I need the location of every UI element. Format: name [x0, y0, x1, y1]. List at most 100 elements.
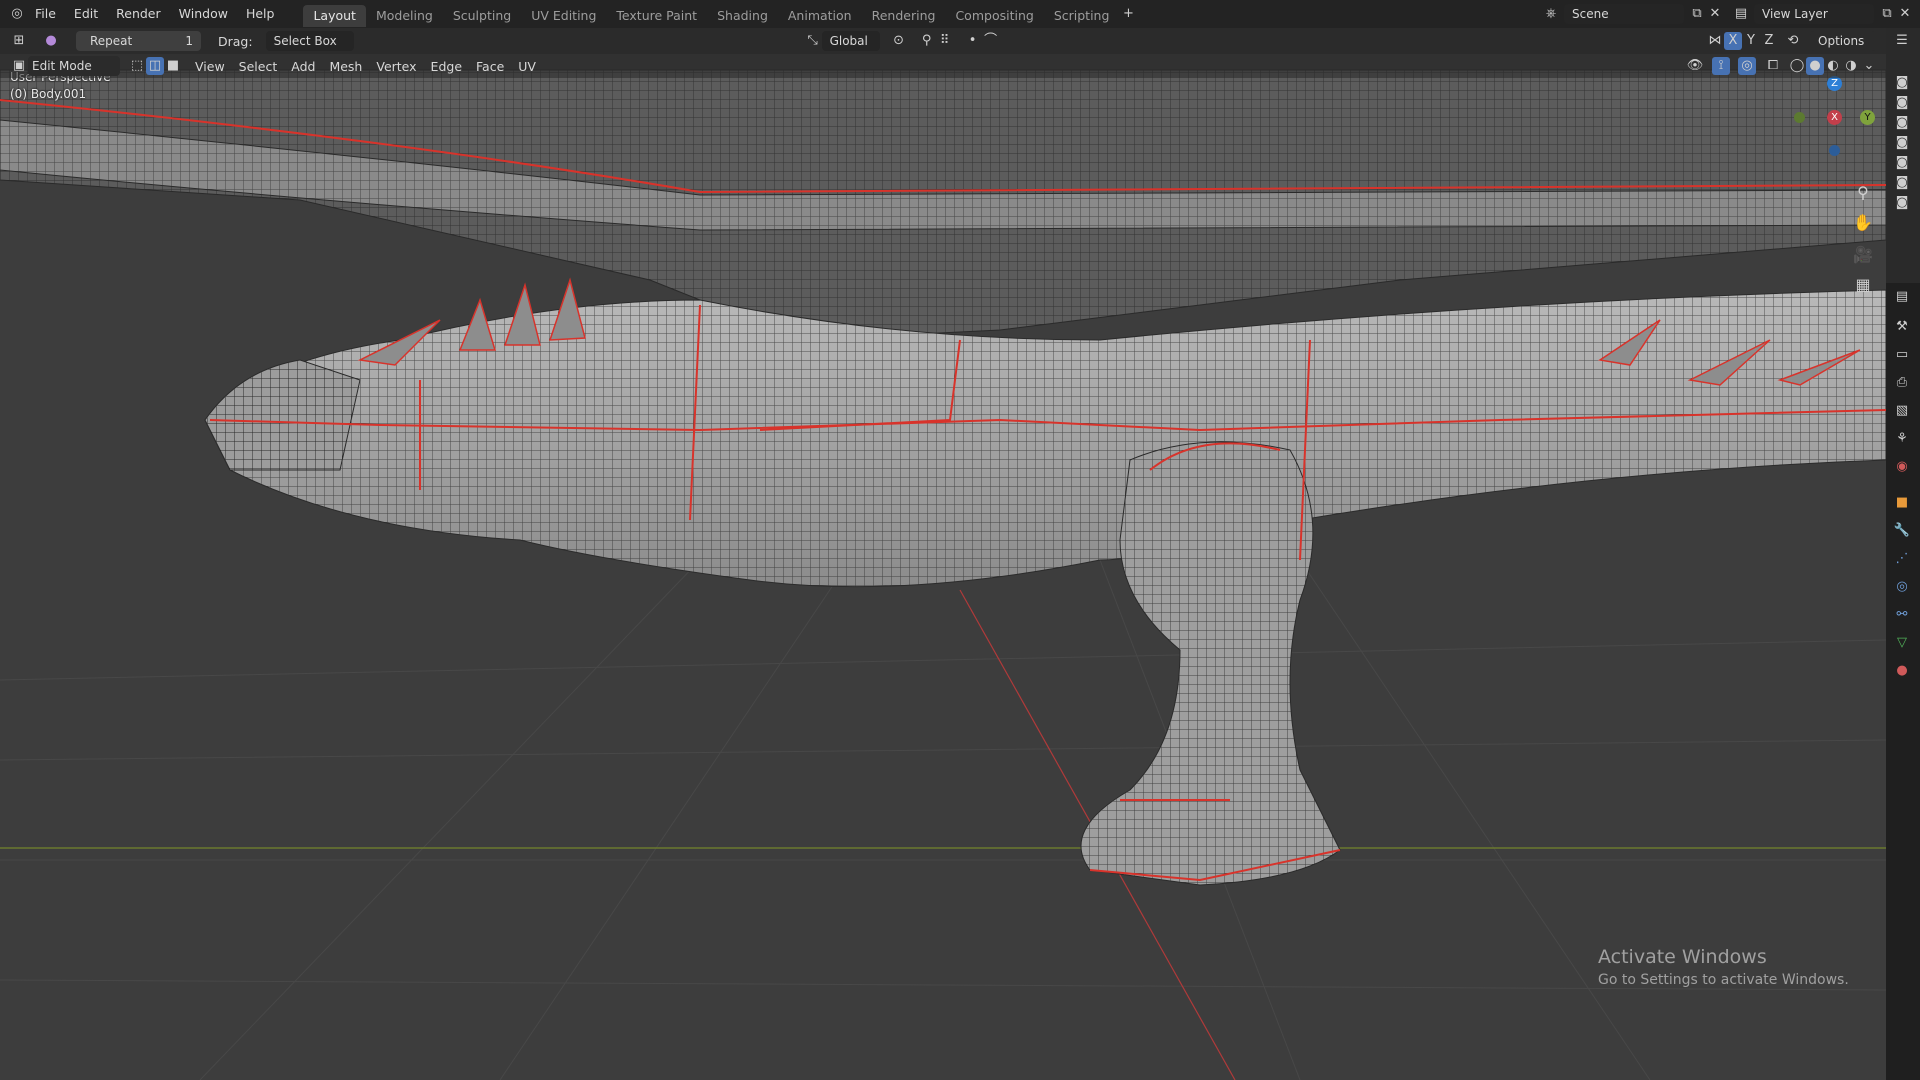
- gizmo-neg-y-handle[interactable]: [1794, 112, 1805, 123]
- tab-layout[interactable]: Layout: [303, 4, 366, 27]
- mirror-x-toggle[interactable]: X: [1724, 32, 1742, 50]
- scene-icon[interactable]: ⎈: [1542, 5, 1560, 23]
- editor-type-icon[interactable]: ⊞: [10, 32, 28, 50]
- wireframe-shading-icon[interactable]: ◯: [1788, 57, 1806, 75]
- view-layer-properties-icon[interactable]: ▧: [1893, 402, 1911, 420]
- camera-icon-5[interactable]: ◙: [1893, 154, 1911, 172]
- menu-window[interactable]: Window: [170, 0, 237, 28]
- menu-render[interactable]: Render: [107, 0, 170, 28]
- 3d-viewport[interactable]: User Perspective (0) Body.001 Z X Y ⚲ ✋ …: [0, 54, 1886, 1080]
- menu-mesh[interactable]: Mesh: [322, 59, 369, 74]
- tab-texture-paint[interactable]: Texture Paint: [606, 5, 707, 27]
- rendered-shading-icon[interactable]: ◑: [1842, 57, 1860, 75]
- camera-icon-6[interactable]: ◙: [1893, 174, 1911, 192]
- viewport-canvas[interactable]: [0, 54, 1886, 1080]
- delete-scene-icon[interactable]: ✕: [1706, 5, 1724, 23]
- menu-view[interactable]: View: [188, 59, 232, 74]
- camera-icon-4[interactable]: ◙: [1893, 134, 1911, 152]
- snap-target-icon[interactable]: ⠿: [936, 32, 954, 50]
- mode-dropdown[interactable]: Edit Mode: [28, 56, 120, 76]
- particle-properties-icon[interactable]: ⋰: [1893, 550, 1911, 568]
- gizmo-toggle-icon[interactable]: ⟟: [1712, 57, 1730, 75]
- view-layer-icon[interactable]: ▤: [1732, 5, 1750, 23]
- xray-toggle-icon[interactable]: ⧠: [1764, 57, 1782, 75]
- mirror-z-toggle[interactable]: Z: [1760, 32, 1778, 50]
- data-properties-icon[interactable]: ▽: [1893, 634, 1911, 652]
- mirror-icon: ⋈: [1708, 33, 1722, 48]
- gizmo-neg-z-handle[interactable]: [1829, 145, 1840, 156]
- menu-edit[interactable]: Edit: [65, 0, 107, 28]
- tab-rendering[interactable]: Rendering: [862, 5, 946, 27]
- menu-file[interactable]: File: [26, 0, 65, 28]
- material-shading-icon[interactable]: ◐: [1824, 57, 1842, 75]
- new-scene-icon[interactable]: ⧉: [1688, 5, 1706, 23]
- properties-editor-icon[interactable]: ▤: [1893, 288, 1911, 306]
- visibility-icon[interactable]: 👁: [1686, 57, 1704, 75]
- new-view-layer-icon[interactable]: ⧉: [1878, 5, 1896, 23]
- render-properties-icon[interactable]: ▭: [1893, 346, 1911, 364]
- camera-view-icon[interactable]: 🎥: [1850, 242, 1876, 268]
- scene-properties-icon[interactable]: ⚘: [1893, 430, 1911, 448]
- menu-help[interactable]: Help: [237, 0, 284, 28]
- scene-selector[interactable]: Scene: [1564, 4, 1684, 24]
- camera-icon-3[interactable]: ◙: [1893, 114, 1911, 132]
- tab-animation[interactable]: Animation: [778, 5, 862, 27]
- physics-properties-icon[interactable]: ◎: [1893, 578, 1911, 596]
- tab-compositing[interactable]: Compositing: [945, 5, 1043, 27]
- tab-scripting[interactable]: Scripting: [1044, 5, 1120, 27]
- ortho-toggle-icon[interactable]: ▦: [1850, 272, 1876, 298]
- tab-uv-editing[interactable]: UV Editing: [521, 5, 606, 27]
- shading-options-icon[interactable]: ⌄: [1860, 57, 1878, 75]
- floor-grid: [0, 559, 1886, 1080]
- outliner-icon[interactable]: ☰: [1893, 32, 1911, 50]
- overlay-toggle-icon[interactable]: ◎: [1738, 57, 1756, 75]
- menu-uv[interactable]: UV: [511, 59, 543, 74]
- gizmo-y-handle[interactable]: Y: [1860, 110, 1875, 125]
- pan-hand-icon[interactable]: ✋: [1850, 210, 1876, 236]
- options-dropdown[interactable]: Options: [1810, 31, 1876, 51]
- activate-windows-subtitle: Go to Settings to activate Windows.: [1598, 972, 1849, 988]
- delete-view-layer-icon[interactable]: ✕: [1896, 5, 1914, 23]
- camera-icon-7[interactable]: ◙: [1893, 194, 1911, 212]
- zoom-icon[interactable]: ⚲: [1850, 180, 1876, 206]
- menu-edge[interactable]: Edge: [424, 59, 469, 74]
- vertex-select-icon[interactable]: ⬚: [128, 57, 146, 75]
- object-properties-icon[interactable]: ■: [1893, 494, 1911, 512]
- camera-icon-2[interactable]: ◙: [1893, 94, 1911, 112]
- view-layer-selector[interactable]: View Layer: [1754, 4, 1874, 24]
- tab-modeling[interactable]: Modeling: [366, 5, 443, 27]
- output-properties-icon[interactable]: ⎙: [1893, 374, 1911, 392]
- repeat-button[interactable]: Repeat 1: [76, 31, 201, 51]
- transform-orientation-dropdown[interactable]: Global: [821, 31, 880, 51]
- tab-sculpting[interactable]: Sculpting: [443, 5, 521, 27]
- blender-logo-icon[interactable]: ◎: [8, 5, 26, 23]
- constraint-properties-icon[interactable]: ⚯: [1893, 606, 1911, 624]
- drag-label: Drag:: [218, 33, 253, 49]
- proportional-edit-icon[interactable]: •: [964, 32, 982, 50]
- snap-icon[interactable]: ⚲: [918, 32, 936, 50]
- viewport-header: ▣ Edit Mode ⬚ ◫ ■ View Select Add Mesh V…: [0, 54, 1886, 78]
- mirror-y-toggle[interactable]: Y: [1742, 32, 1760, 50]
- tab-shading[interactable]: Shading: [707, 5, 778, 27]
- face-select-icon[interactable]: ■: [164, 57, 182, 75]
- edge-select-icon[interactable]: ◫: [146, 57, 164, 75]
- material-properties-icon[interactable]: ●: [1893, 662, 1911, 680]
- world-properties-icon[interactable]: ◉: [1893, 458, 1911, 476]
- add-workspace-icon[interactable]: +: [1119, 5, 1137, 23]
- gizmo-z-handle[interactable]: Z: [1827, 76, 1842, 91]
- auto-merge-icon[interactable]: ⟲: [1784, 32, 1802, 50]
- navigation-gizmo[interactable]: Z X Y: [1790, 72, 1880, 162]
- menu-select[interactable]: Select: [232, 59, 285, 74]
- camera-icon-1[interactable]: ◙: [1893, 74, 1911, 92]
- drag-select-dropdown[interactable]: Select Box: [265, 31, 354, 51]
- modifier-properties-icon[interactable]: 🔧: [1893, 522, 1911, 540]
- pivot-point-icon[interactable]: ⊙: [890, 32, 908, 50]
- menu-vertex[interactable]: Vertex: [369, 59, 423, 74]
- menu-add[interactable]: Add: [284, 59, 322, 74]
- solid-shading-icon[interactable]: ●: [1806, 57, 1824, 75]
- active-tool-icon[interactable]: ●: [42, 32, 60, 50]
- gizmo-x-handle[interactable]: X: [1827, 110, 1842, 125]
- falloff-icon[interactable]: ⌒: [982, 32, 1000, 50]
- tool-properties-icon[interactable]: ⚒: [1893, 318, 1911, 336]
- menu-face[interactable]: Face: [469, 59, 511, 74]
